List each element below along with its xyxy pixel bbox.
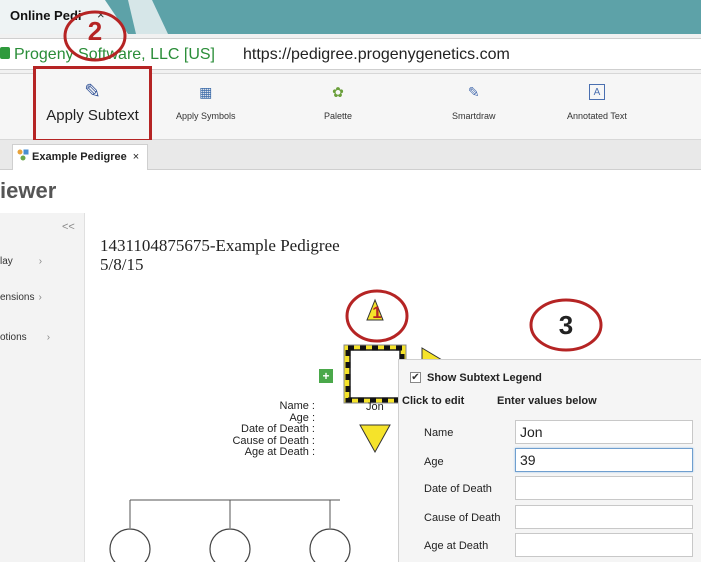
subtext-label-name: Name : [279,400,315,412]
field-label-age-at-death: Age at Death [424,540,489,552]
child-female-symbol[interactable] [309,528,351,562]
child-female-symbol[interactable] [109,528,151,562]
field-label-name: Name [424,427,454,439]
field-label-age: Age [424,456,444,468]
age-field[interactable]: 39 [515,448,693,472]
age-at-death-field[interactable] [515,533,693,557]
click-to-edit-hint: Click to edit [402,395,465,407]
enter-values-hint: Enter values below [497,395,597,407]
child-female-symbol[interactable] [209,528,251,562]
callout-1-number: 1 [372,303,382,322]
date-of-death-field[interactable] [515,476,693,500]
name-field[interactable]: Jon [515,420,693,444]
callout-3-number: 3 [558,310,574,340]
subtext-label-age-at-death: Age at Death : [244,446,315,458]
callout-2-number: 2 [87,16,103,46]
subtext-label-date-of-death: Date of Death : [241,423,315,435]
down-arrow-icon[interactable] [359,424,391,454]
add-relative-button[interactable]: + [319,369,333,383]
person-symbol[interactable] [349,349,401,399]
field-label-date-of-death: Date of Death [424,483,492,495]
cause-of-death-field[interactable] [515,505,693,529]
show-legend-checkbox[interactable]: ✔ [410,372,421,383]
subtext-value-name: Jon [366,401,384,413]
show-legend-label: Show Subtext Legend [427,372,542,384]
field-label-cause-of-death: Cause of Death [424,512,501,524]
